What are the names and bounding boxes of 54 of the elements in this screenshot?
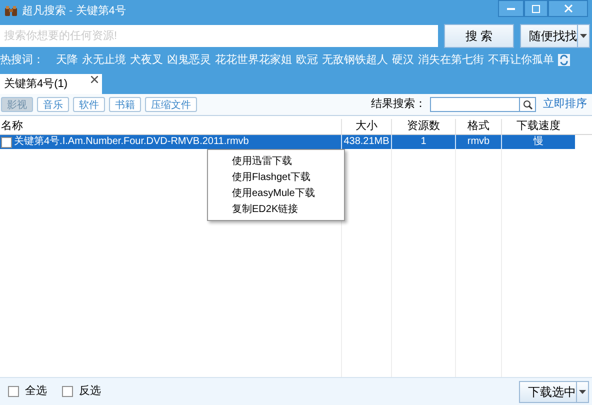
close-icon[interactable] — [91, 76, 98, 83]
caret-icon — [579, 390, 586, 394]
download-button[interactable]: 下载选中 — [519, 380, 589, 402]
table-cell: 慢 — [501, 135, 575, 149]
checkbox[interactable] — [8, 386, 19, 397]
search-button[interactable]: 搜 索 — [444, 24, 514, 48]
hot-word-link[interactable]: 花花世界花家姐 — [215, 52, 292, 68]
hot-word-link[interactable]: 无敌钢铁超人 — [322, 52, 388, 68]
menu-item[interactable]: 复制ED2K链接 — [208, 201, 344, 217]
category-button[interactable]: 软件 — [73, 97, 105, 112]
category-button[interactable]: 压缩文件 — [145, 97, 197, 112]
column-header[interactable]: 资源数 — [391, 119, 455, 134]
column-header[interactable]: 大小 — [341, 119, 391, 134]
binoculars-icon — [4, 5, 18, 17]
category-button[interactable]: 书籍 — [109, 97, 141, 112]
checkbox[interactable] — [1, 136, 12, 148]
menu-item[interactable]: 使用Flashget下载 — [208, 169, 344, 185]
table-cell: 1 — [391, 135, 455, 149]
file-name: 关键第4号.I.Am.Number.Four.DVD-RMVB.2011.rmvb — [14, 137, 249, 147]
hot-word-link[interactable]: 欧冠 — [296, 52, 318, 68]
invert-label: 反选 — [79, 384, 101, 400]
column-header[interactable]: 下载速度 — [501, 119, 575, 134]
hot-word-link[interactable]: 不再让你孤单 — [488, 52, 554, 68]
maximize-icon — [532, 4, 540, 12]
search-icon — [522, 100, 532, 110]
refresh-icon[interactable] — [558, 54, 570, 66]
category-button[interactable]: 音乐 — [37, 97, 69, 112]
hot-word-link[interactable]: 消失在第七街 — [418, 52, 484, 68]
minimize-button[interactable] — [498, 0, 524, 17]
menu-item[interactable]: 使用迅雷下载 — [208, 153, 344, 169]
caret-icon — [580, 34, 587, 38]
table-cell: rmvb — [455, 135, 501, 149]
result-row[interactable]: 关键第4号.I.Am.Number.Four.DVD-RMVB.2011.rmvb 438.21MB 1 rmvb 慢 — [0, 135, 575, 149]
hot-word-link[interactable]: 永无止境 — [82, 52, 126, 68]
result-search-field[interactable] — [430, 97, 536, 112]
menu-item[interactable]: 使用easyMule下载 — [208, 185, 344, 201]
hot-word-link[interactable]: 天降 — [56, 52, 78, 68]
column-header[interactable]: 名称 — [0, 119, 341, 134]
select-all-label: 全选 — [25, 384, 47, 400]
sort-link[interactable]: 立即排序 — [543, 96, 587, 113]
result-search-label: 结果搜索： — [371, 96, 426, 112]
tab[interactable]: 关键第4号(1) — [0, 74, 102, 94]
window-title: 超凡搜索 - 关键第4号 — [22, 4, 126, 19]
hot-words-label: 热搜词： — [0, 52, 44, 68]
maximize-button[interactable] — [524, 0, 548, 17]
minimize-icon — [507, 8, 515, 10]
hot-word-link[interactable]: 凶鬼恶灵 — [167, 52, 211, 68]
hot-word-link[interactable]: 犬夜叉 — [130, 52, 163, 68]
column-header[interactable]: 格式 — [455, 119, 501, 134]
random-button[interactable]: 随便找找 — [520, 24, 590, 48]
checkbox[interactable] — [62, 386, 73, 397]
hot-word-link[interactable]: 硬汉 — [392, 52, 414, 68]
close-button[interactable] — [548, 0, 588, 17]
close-icon — [564, 4, 572, 13]
